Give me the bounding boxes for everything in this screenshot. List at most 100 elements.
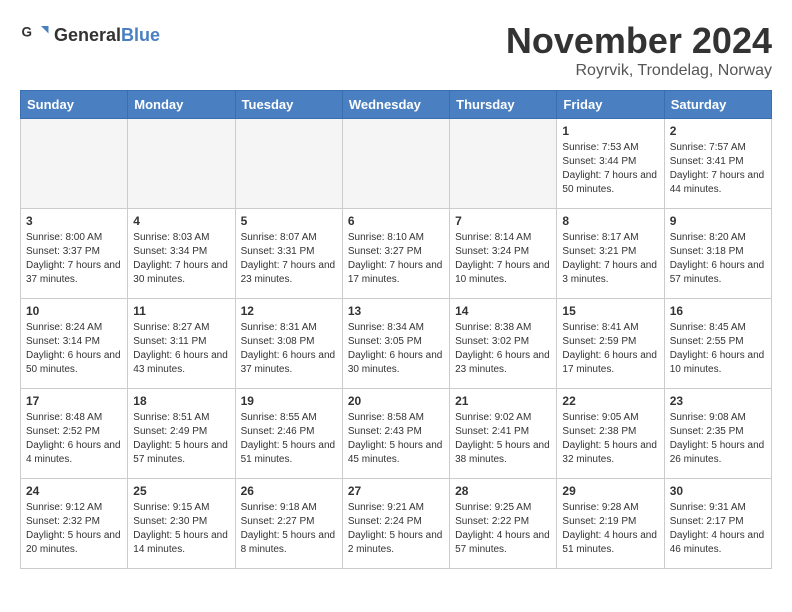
day-info: Sunrise: 9:15 AM Sunset: 2:30 PM Dayligh… xyxy=(133,501,229,557)
week-row-3: 10 Sunrise: 8:24 AM Sunset: 3:14 PM Dayli… xyxy=(21,299,772,389)
subtitle: Royrvik, Trondelag, Norway xyxy=(506,62,772,80)
day-number: 29 xyxy=(562,484,658,498)
calendar-cell: 23Sunrise: 9:08 AM Sunset: 2:35 PM Dayli… xyxy=(664,389,771,479)
calendar-cell: 3 Sunrise: 8:00 AM Sunset: 3:37 PM Daylig… xyxy=(21,209,128,299)
day-info: Sunrise: 9:21 AM Sunset: 2:24 PM Dayligh… xyxy=(348,501,444,557)
calendar-cell xyxy=(235,119,342,209)
calendar-cell: 15 Sunrise: 8:41 AM Sunset: 2:59 PM Dayli… xyxy=(557,299,664,389)
day-number: 9 xyxy=(670,214,766,228)
day-number: 8 xyxy=(562,214,658,228)
week-row-5: 24 Sunrise: 9:12 AM Sunset: 2:32 PM Dayli… xyxy=(21,479,772,569)
day-number: 15 xyxy=(562,304,658,318)
logo-text-general: General xyxy=(54,25,121,45)
calendar-cell xyxy=(342,119,449,209)
calendar-table: SundayMondayTuesdayWednesdayThursdayFrid… xyxy=(20,90,772,569)
calendar-cell: 24 Sunrise: 9:12 AM Sunset: 2:32 PM Dayli… xyxy=(21,479,128,569)
day-info: Sunrise: 9:18 AM Sunset: 2:27 PM Dayligh… xyxy=(241,501,337,557)
day-number: 20 xyxy=(348,394,444,408)
day-info: Sunrise: 9:25 AM Sunset: 2:22 PM Dayligh… xyxy=(455,501,551,557)
day-number: 23 xyxy=(670,394,766,408)
day-number: 28 xyxy=(455,484,551,498)
title-section: November 2024 Royrvik, Trondelag, Norway xyxy=(506,20,772,80)
day-number: 4 xyxy=(133,214,229,228)
calendar-header-row: SundayMondayTuesdayWednesdayThursdayFrid… xyxy=(21,91,772,119)
page-header: G GeneralBlue November 2024 Royrvik, Tro… xyxy=(20,20,772,80)
calendar-cell: 7 Sunrise: 8:14 AM Sunset: 3:24 PM Daylig… xyxy=(450,209,557,299)
day-number: 24 xyxy=(26,484,122,498)
day-number: 5 xyxy=(241,214,337,228)
column-header-tuesday: Tuesday xyxy=(235,91,342,119)
day-info: Sunrise: 8:14 AM Sunset: 3:24 PM Dayligh… xyxy=(455,231,551,287)
day-info: Sunrise: 8:24 AM Sunset: 3:14 PM Dayligh… xyxy=(26,321,122,377)
day-info: Sunrise: 9:02 AM Sunset: 2:41 PM Dayligh… xyxy=(455,411,551,467)
day-number: 13 xyxy=(348,304,444,318)
day-info: Sunrise: 8:45 AM Sunset: 2:55 PM Dayligh… xyxy=(670,321,766,377)
day-number: 19 xyxy=(241,394,337,408)
calendar-cell: 5 Sunrise: 8:07 AM Sunset: 3:31 PM Daylig… xyxy=(235,209,342,299)
column-header-monday: Monday xyxy=(128,91,235,119)
day-number: 18 xyxy=(133,394,229,408)
calendar-cell: 25 Sunrise: 9:15 AM Sunset: 2:30 PM Dayli… xyxy=(128,479,235,569)
day-info: Sunrise: 8:03 AM Sunset: 3:34 PM Dayligh… xyxy=(133,231,229,287)
day-number: 26 xyxy=(241,484,337,498)
day-info: Sunrise: 8:07 AM Sunset: 3:31 PM Dayligh… xyxy=(241,231,337,287)
day-number: 1 xyxy=(562,124,658,138)
day-info: Sunrise: 9:12 AM Sunset: 2:32 PM Dayligh… xyxy=(26,501,122,557)
day-number: 2 xyxy=(670,124,766,138)
calendar-cell: 1 Sunrise: 7:53 AM Sunset: 3:44 PM Daylig… xyxy=(557,119,664,209)
day-number: 25 xyxy=(133,484,229,498)
day-info: Sunrise: 8:00 AM Sunset: 3:37 PM Dayligh… xyxy=(26,231,122,287)
calendar-cell: 28 Sunrise: 9:25 AM Sunset: 2:22 PM Dayli… xyxy=(450,479,557,569)
calendar-cell: 13Sunrise: 8:34 AM Sunset: 3:05 PM Dayli… xyxy=(342,299,449,389)
day-info: Sunrise: 8:27 AM Sunset: 3:11 PM Dayligh… xyxy=(133,321,229,377)
calendar-cell xyxy=(21,119,128,209)
calendar-cell: 26 Sunrise: 9:18 AM Sunset: 2:27 PM Dayli… xyxy=(235,479,342,569)
day-number: 10 xyxy=(26,304,122,318)
calendar-cell: 17 Sunrise: 8:48 AM Sunset: 2:52 PM Dayli… xyxy=(21,389,128,479)
column-header-thursday: Thursday xyxy=(450,91,557,119)
calendar-cell: 30 Sunrise: 9:31 AM Sunset: 2:17 PM Dayli… xyxy=(664,479,771,569)
day-number: 17 xyxy=(26,394,122,408)
calendar-cell: 18Sunrise: 8:51 AM Sunset: 2:49 PM Dayli… xyxy=(128,389,235,479)
day-info: Sunrise: 8:58 AM Sunset: 2:43 PM Dayligh… xyxy=(348,411,444,467)
day-info: Sunrise: 8:55 AM Sunset: 2:46 PM Dayligh… xyxy=(241,411,337,467)
calendar-cell: 12 Sunrise: 8:31 AM Sunset: 3:08 PM Dayli… xyxy=(235,299,342,389)
day-info: Sunrise: 9:05 AM Sunset: 2:38 PM Dayligh… xyxy=(562,411,658,467)
main-title: November 2024 xyxy=(506,20,772,62)
calendar-cell: 9Sunrise: 8:20 AM Sunset: 3:18 PM Daylig… xyxy=(664,209,771,299)
calendar-cell: 8Sunrise: 8:17 AM Sunset: 3:21 PM Daylig… xyxy=(557,209,664,299)
day-info: Sunrise: 9:31 AM Sunset: 2:17 PM Dayligh… xyxy=(670,501,766,557)
day-info: Sunrise: 9:28 AM Sunset: 2:19 PM Dayligh… xyxy=(562,501,658,557)
calendar-cell: 19 Sunrise: 8:55 AM Sunset: 2:46 PM Dayli… xyxy=(235,389,342,479)
calendar-cell: 22Sunrise: 9:05 AM Sunset: 2:38 PM Dayli… xyxy=(557,389,664,479)
column-header-saturday: Saturday xyxy=(664,91,771,119)
day-info: Sunrise: 8:10 AM Sunset: 3:27 PM Dayligh… xyxy=(348,231,444,287)
day-number: 11 xyxy=(133,304,229,318)
calendar-cell: 4 Sunrise: 8:03 AM Sunset: 3:34 PM Daylig… xyxy=(128,209,235,299)
calendar-cell: 20 Sunrise: 8:58 AM Sunset: 2:43 PM Dayli… xyxy=(342,389,449,479)
day-number: 16 xyxy=(670,304,766,318)
day-info: Sunrise: 7:53 AM Sunset: 3:44 PM Dayligh… xyxy=(562,141,658,197)
day-number: 21 xyxy=(455,394,551,408)
calendar-cell: 16 Sunrise: 8:45 AM Sunset: 2:55 PM Dayli… xyxy=(664,299,771,389)
day-number: 6 xyxy=(348,214,444,228)
day-number: 7 xyxy=(455,214,551,228)
week-row-1: 1 Sunrise: 7:53 AM Sunset: 3:44 PM Daylig… xyxy=(21,119,772,209)
day-number: 27 xyxy=(348,484,444,498)
day-info: Sunrise: 8:41 AM Sunset: 2:59 PM Dayligh… xyxy=(562,321,658,377)
day-info: Sunrise: 8:38 AM Sunset: 3:02 PM Dayligh… xyxy=(455,321,551,377)
calendar-cell xyxy=(450,119,557,209)
day-info: Sunrise: 8:48 AM Sunset: 2:52 PM Dayligh… xyxy=(26,411,122,467)
calendar-cell: 2 Sunrise: 7:57 AM Sunset: 3:41 PM Daylig… xyxy=(664,119,771,209)
calendar-cell: 21 Sunrise: 9:02 AM Sunset: 2:41 PM Dayli… xyxy=(450,389,557,479)
day-number: 30 xyxy=(670,484,766,498)
svg-text:G: G xyxy=(22,25,33,40)
column-header-sunday: Sunday xyxy=(21,91,128,119)
day-number: 12 xyxy=(241,304,337,318)
day-number: 3 xyxy=(26,214,122,228)
column-header-wednesday: Wednesday xyxy=(342,91,449,119)
day-info: Sunrise: 8:31 AM Sunset: 3:08 PM Dayligh… xyxy=(241,321,337,377)
week-row-4: 17 Sunrise: 8:48 AM Sunset: 2:52 PM Dayli… xyxy=(21,389,772,479)
day-info: Sunrise: 7:57 AM Sunset: 3:41 PM Dayligh… xyxy=(670,141,766,197)
logo-text-blue: Blue xyxy=(121,25,160,45)
